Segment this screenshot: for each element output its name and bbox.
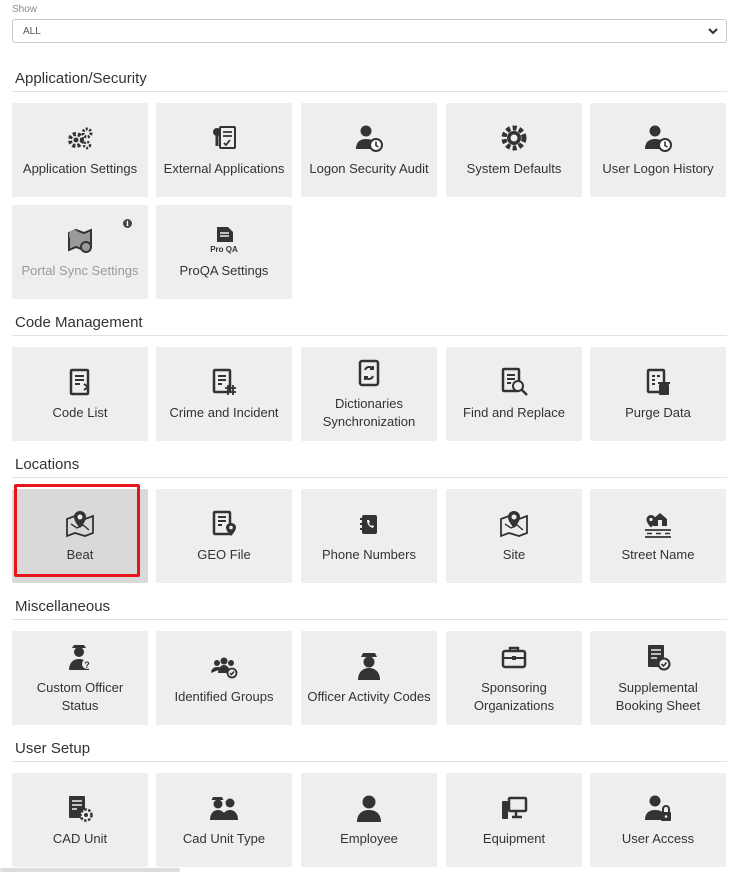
group-check-icon [208,650,240,682]
tile-label: Purge Data [625,405,691,420]
map-pin-icon [498,508,530,540]
tile-label: Logon Security Audit [309,161,429,176]
horizontal-scrollbar[interactable] [0,868,180,872]
user-lock-icon [642,792,674,824]
show-select-value: ALL [23,26,41,37]
section-divider [12,619,727,620]
pin-document-icon [208,508,240,540]
tile-label: Cad Unit Type [182,831,266,846]
proqa-document-icon: Pro QA [208,224,240,256]
sync-book-icon [353,357,385,389]
tile-label: User Logon History [602,161,714,176]
tile-user-logon-history[interactable]: User Logon History [590,103,726,197]
proqa-icon-text: Pro QA [210,245,238,254]
tile-site[interactable]: Site [446,489,582,583]
search-document-icon [498,366,530,398]
hash-document-icon [208,366,240,398]
tile-label: Phone Numbers [322,547,416,562]
tile-label: ProQA Settings [179,263,269,278]
tile-label: Find and Replace [463,405,565,420]
tile-label: Sponsoring Organizations [473,680,555,713]
street-house-icon [642,508,674,540]
tile-label: GEO File [197,547,251,562]
gears-icon [64,122,96,154]
tile-proqa-settings[interactable]: Pro QA ProQA Settings [156,205,292,299]
officers-icon [208,792,240,824]
tile-label: Crime and Incident [169,405,279,420]
tile-label: Portal Sync Settings [21,263,139,278]
key-document-icon [208,122,240,154]
officer-question-icon: ? [64,641,96,673]
tile-label: Dictionaries Synchronization [322,396,416,429]
tile-portal-sync-settings[interactable]: Portal Sync Settings i [12,205,148,299]
code-document-icon [64,366,96,398]
tile-application-settings[interactable]: Application Settings [12,103,148,197]
section-title-application-security: Application/Security [15,70,147,87]
tile-geo-file[interactable]: GEO File [156,489,292,583]
tile-officer-activity-codes[interactable]: Officer Activity Codes [301,631,437,725]
user-clock-icon [642,122,674,154]
tile-phone-numbers[interactable]: Phone Numbers [301,489,437,583]
gear-icon [498,122,530,154]
computer-icon [498,792,530,824]
briefcase-icon [498,641,530,673]
tile-employee[interactable]: Employee [301,773,437,867]
tile-purge-data[interactable]: Purge Data [590,347,726,441]
tile-label: Custom Officer Status [36,680,124,713]
tile-supplemental-booking-sheet[interactable]: Supplemental Booking Sheet [590,631,726,725]
tile-label: Supplemental Booking Sheet [615,680,701,713]
tile-label: System Defaults [466,161,562,176]
section-divider [12,761,727,762]
section-divider [12,91,727,92]
show-select[interactable]: ALL [12,19,727,43]
tile-label: Officer Activity Codes [307,689,431,704]
tile-user-access[interactable]: User Access [590,773,726,867]
tile-label: Beat [66,547,94,562]
tile-identified-groups[interactable]: Identified Groups [156,631,292,725]
show-label: Show [12,4,38,15]
map-sync-icon [64,224,96,256]
tile-label: Employee [340,831,398,846]
tile-custom-officer-status[interactable]: ? Custom Officer Status [12,631,148,725]
gear-document-icon [64,792,96,824]
tile-label: External Applications [163,161,285,176]
tile-crime-and-incident[interactable]: Crime and Incident [156,347,292,441]
section-title-locations: Locations [15,456,80,473]
tile-label: CAD Unit [52,831,108,846]
tile-label: User Access [621,831,695,846]
map-pin-icon [64,508,96,540]
tile-label: Code List [52,405,108,420]
tile-find-and-replace[interactable]: Find and Replace [446,347,582,441]
section-title-miscellaneous: Miscellaneous [15,598,111,615]
tile-cad-unit-type[interactable]: Cad Unit Type [156,773,292,867]
tile-street-name[interactable]: Street Name [590,489,726,583]
tile-cad-unit[interactable]: CAD Unit [12,773,148,867]
tile-label: Application Settings [22,161,138,176]
tile-external-applications[interactable]: External Applications [156,103,292,197]
tile-dictionaries-synchronization[interactable]: Dictionaries Synchronization [301,347,437,441]
tile-sponsoring-organizations[interactable]: Sponsoring Organizations [446,631,582,725]
tile-label: Street Name [621,547,695,562]
tile-code-list[interactable]: Code List [12,347,148,441]
section-title-user-setup: User Setup [15,740,91,757]
tile-beat[interactable]: Beat [12,489,148,583]
chevron-down-icon [708,28,718,35]
user-icon [353,792,385,824]
tile-label: Identified Groups [174,689,274,704]
tile-equipment[interactable]: Equipment [446,773,582,867]
section-title-code-management: Code Management [15,314,143,331]
section-divider [12,335,727,336]
tile-system-defaults[interactable]: System Defaults [446,103,582,197]
phone-book-icon [353,508,385,540]
officer-icon [353,650,385,682]
tile-label: Equipment [482,831,546,846]
svg-text:?: ? [84,660,90,670]
info-icon[interactable]: i [123,219,132,228]
user-clock-icon [353,122,385,154]
tile-logon-security-audit[interactable]: Logon Security Audit [301,103,437,197]
check-document-icon [642,641,674,673]
section-divider [12,477,727,478]
tile-label: Site [502,547,526,562]
purge-document-icon [642,366,674,398]
